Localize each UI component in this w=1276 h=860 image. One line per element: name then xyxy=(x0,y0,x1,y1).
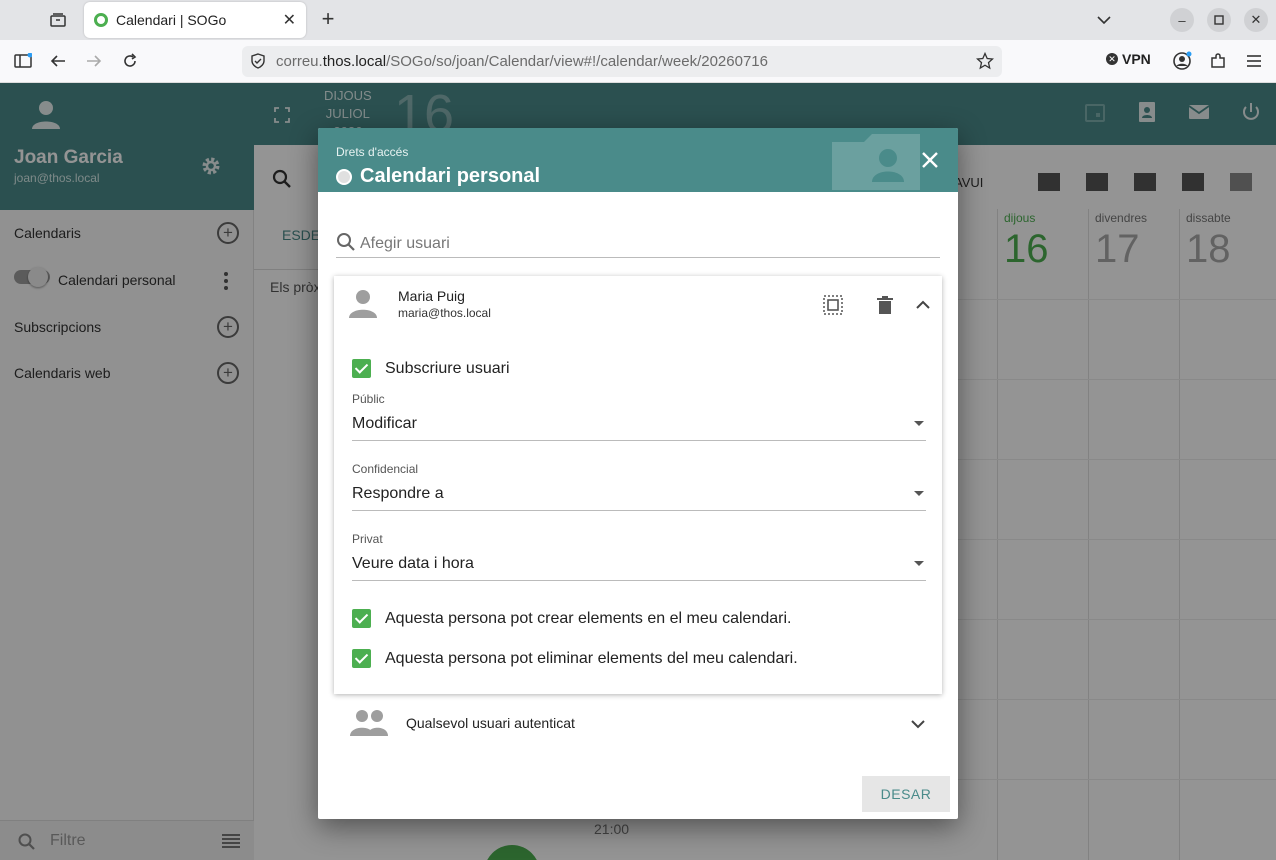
bookmark-star-icon[interactable] xyxy=(975,51,995,74)
checkbox-checked-icon xyxy=(352,649,371,668)
browser-tab-active[interactable]: Calendari | SOGo ✕ xyxy=(84,2,306,38)
user-acl-card: Maria Puig maria@thos.local Subscriure u… xyxy=(334,276,942,694)
search-icon xyxy=(336,232,356,257)
expand-chevron-down-icon[interactable] xyxy=(908,714,928,739)
acl-user-name: Maria Puig xyxy=(398,288,465,304)
dropdown-caret-icon xyxy=(914,491,924,496)
public-label: Públic xyxy=(352,392,385,406)
app-menu-icon[interactable] xyxy=(1242,49,1266,73)
calendar-color-dot-icon xyxy=(336,169,352,185)
collapse-chevron-up-icon[interactable] xyxy=(912,294,934,316)
address-bar[interactable]: correu. thos.local/SOGo/so/joan/Calendar/… xyxy=(242,46,1002,77)
confidential-value: Respondre a xyxy=(352,485,444,502)
dropdown-caret-icon xyxy=(914,421,924,426)
can-delete-checkbox[interactable]: Aquesta persona pot eliminar elements de… xyxy=(352,649,798,668)
url-prefix: correu. xyxy=(276,53,323,70)
delete-trash-icon[interactable] xyxy=(874,294,896,316)
any-user-label: Qualsevol usuari autenticat xyxy=(406,715,575,731)
confidential-rights-select[interactable]: Confidencial Respondre a xyxy=(352,462,926,511)
browser-tab-bar: Calendari | SOGo ✕ + – ✕ xyxy=(0,0,1276,40)
vpn-label: VPN xyxy=(1122,51,1151,67)
confidential-label: Confidencial xyxy=(352,462,419,476)
sogo-favicon-icon xyxy=(94,13,108,27)
new-tab-button[interactable]: + xyxy=(316,8,340,32)
maximize-button[interactable] xyxy=(1207,8,1231,32)
private-rights-select[interactable]: Privat Veure data i hora xyxy=(352,532,926,581)
group-users-icon xyxy=(350,708,390,743)
tab-close-icon[interactable]: ✕ xyxy=(283,10,296,30)
select-all-icon[interactable] xyxy=(822,294,844,316)
browser-nav-bar: correu. thos.local/SOGo/so/joan/Calendar/… xyxy=(0,40,1276,83)
forward-icon[interactable] xyxy=(82,49,106,73)
extensions-icon[interactable] xyxy=(1206,49,1230,73)
can-create-label: Aquesta persona pot crear elements en el… xyxy=(385,609,792,627)
site-info-icon[interactable] xyxy=(250,53,266,73)
minimize-button[interactable]: – xyxy=(1170,8,1194,32)
acl-user-email: maria@thos.local xyxy=(398,306,491,320)
private-value: Veure data i hora xyxy=(352,555,474,572)
subscribe-user-label: Subscriure usuari xyxy=(385,359,510,377)
url-path: /SOGo/so/joan/Calendar/view#!/calendar/w… xyxy=(386,53,768,70)
checkbox-checked-icon xyxy=(352,609,371,628)
add-user-field xyxy=(336,232,940,258)
tab-overview-icon[interactable] xyxy=(44,6,72,34)
tab-title: Calendari | SOGo xyxy=(116,12,227,28)
can-delete-label: Aquesta persona pot eliminar elements de… xyxy=(385,649,798,667)
list-all-tabs-icon[interactable] xyxy=(1092,8,1116,32)
add-user-input[interactable] xyxy=(360,233,930,255)
back-icon[interactable] xyxy=(46,49,70,73)
private-label: Privat xyxy=(352,532,383,546)
window-close-button[interactable]: ✕ xyxy=(1244,8,1268,32)
public-rights-select[interactable]: Públic Modificar xyxy=(352,392,926,441)
any-authenticated-user-row[interactable]: Qualsevol usuari autenticat xyxy=(334,700,942,748)
contact-card-watermark-icon xyxy=(828,132,924,197)
dialog-subtitle: Drets d'accés xyxy=(336,145,409,159)
close-icon[interactable] xyxy=(918,148,942,172)
dropdown-caret-icon xyxy=(914,561,924,566)
vpn-off-icon: ✕ xyxy=(1106,53,1118,65)
save-button[interactable]: DESAR xyxy=(862,776,950,812)
can-create-checkbox[interactable]: Aquesta persona pot crear elements en el… xyxy=(352,609,791,628)
user-avatar-icon xyxy=(348,288,378,323)
reload-icon[interactable] xyxy=(118,49,142,73)
vpn-button[interactable]: ✕ VPN xyxy=(1106,51,1151,67)
account-icon[interactable] xyxy=(1170,49,1194,73)
subscribe-user-checkbox[interactable]: Subscriure usuari xyxy=(352,359,510,378)
dialog-title: Calendari personal xyxy=(360,165,541,187)
checkbox-checked-icon xyxy=(352,359,371,378)
access-rights-dialog: Drets d'accés Calendari personal Maria P… xyxy=(318,128,958,819)
dialog-header: Drets d'accés Calendari personal xyxy=(318,128,958,192)
url-host: thos.local xyxy=(322,53,387,70)
public-value: Modificar xyxy=(352,415,417,432)
sidebar-toggle-icon[interactable] xyxy=(11,49,35,73)
